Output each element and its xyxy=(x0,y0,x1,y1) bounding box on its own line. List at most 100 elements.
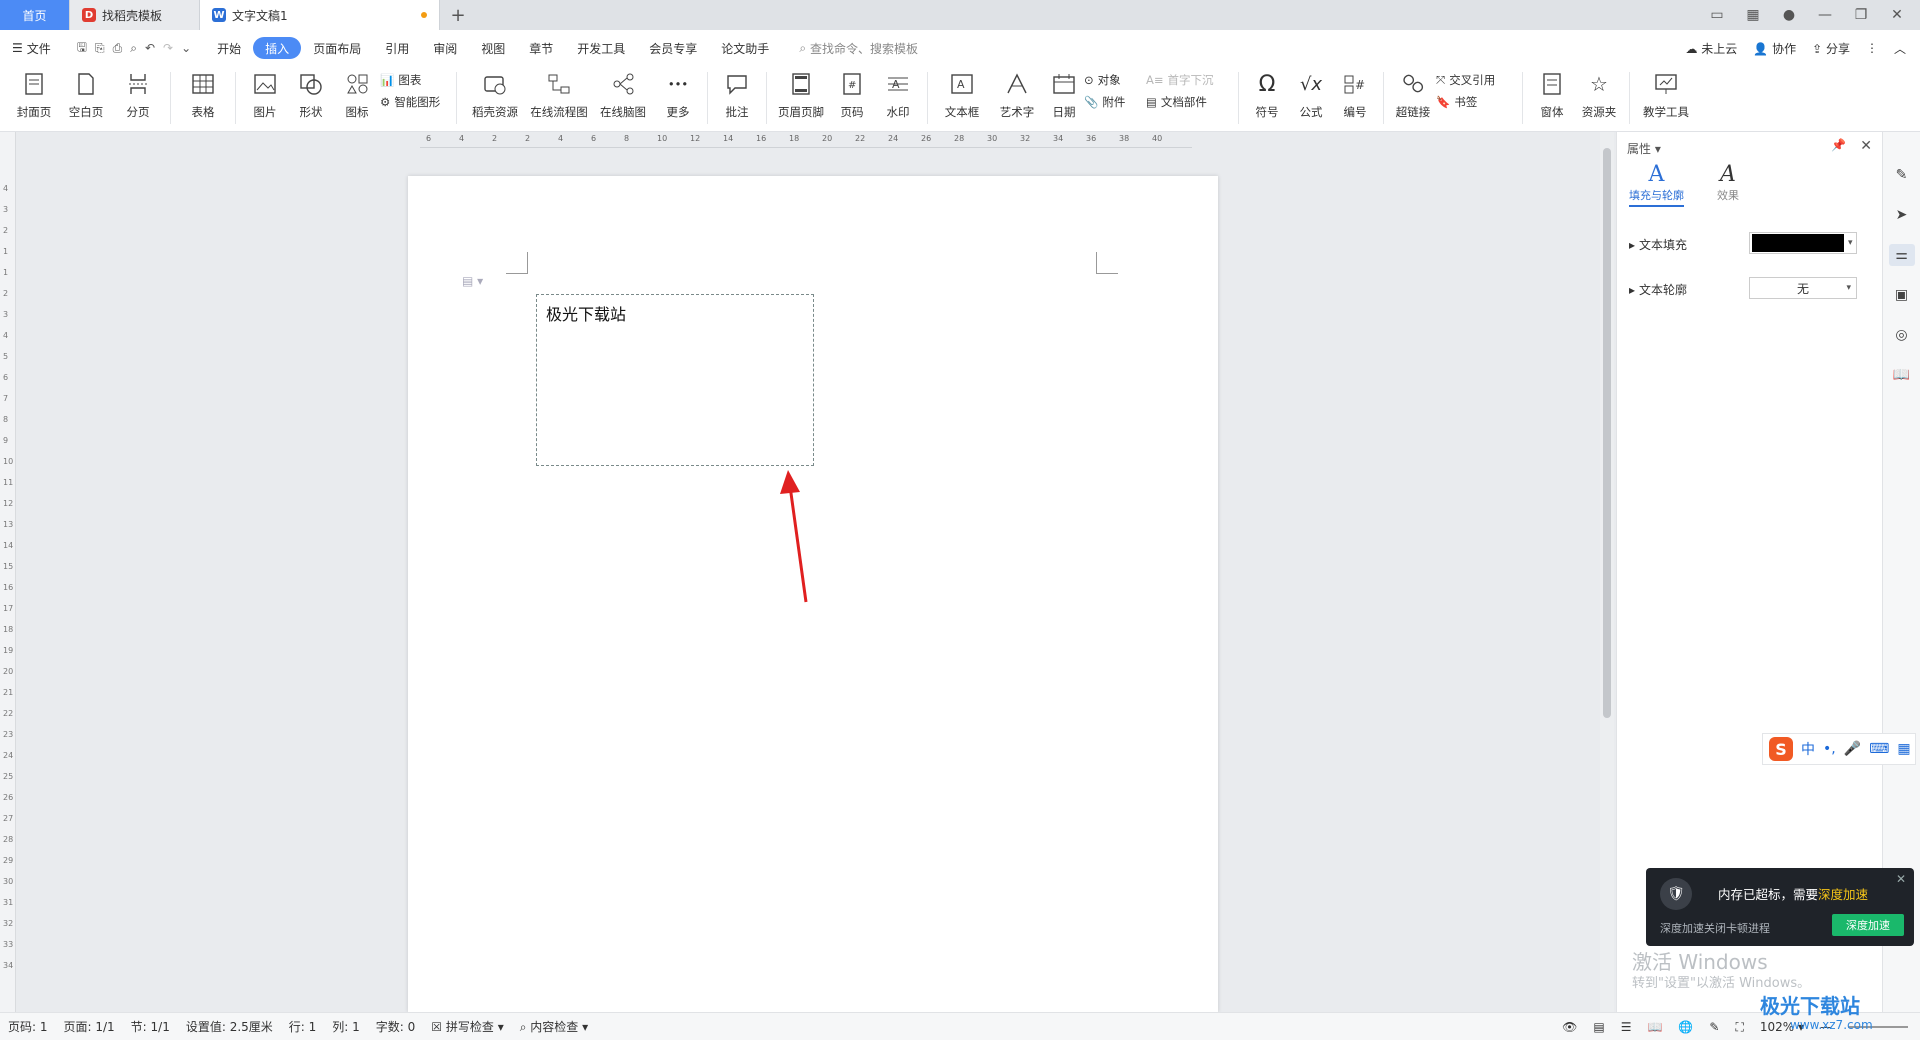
document-page[interactable]: ▤ ▾ 极光下载站 xyxy=(408,176,1218,1012)
print-preview-icon[interactable]: ⌕ xyxy=(130,41,137,56)
apps-grid-icon[interactable]: ▦ xyxy=(1742,7,1764,23)
scrollbar-thumb[interactable] xyxy=(1603,148,1611,718)
collapse-ribbon-icon[interactable]: ︿ xyxy=(1894,40,1906,57)
blank-page-button[interactable]: 空白页 xyxy=(60,66,112,128)
attachment-button[interactable]: 📎 附件 xyxy=(1084,94,1146,110)
menu-view[interactable]: 视图 xyxy=(469,37,517,59)
tab-template[interactable]: D 找稻壳模板 xyxy=(70,0,200,30)
punctuation-icon[interactable]: •, xyxy=(1823,741,1836,757)
symbol-button[interactable]: Ω 符号 xyxy=(1245,66,1289,128)
more-options-icon[interactable]: ⋮ xyxy=(1866,41,1878,55)
menu-page-layout[interactable]: 页面布局 xyxy=(301,37,373,59)
ime-menu-icon[interactable]: ▦ xyxy=(1897,741,1910,757)
page-view-icon[interactable]: ▤ xyxy=(1593,1020,1604,1034)
tab-document[interactable]: W 文字文稿1 xyxy=(200,0,440,30)
tab-fill-outline[interactable]: A 填充与轮廓 xyxy=(1629,162,1684,207)
restore-button[interactable]: ❐ xyxy=(1850,7,1872,23)
date-button[interactable]: 日期 xyxy=(1044,66,1084,128)
pin-icon[interactable]: 📌 xyxy=(1831,138,1846,152)
docer-resource-button[interactable]: 稻壳资源 xyxy=(463,66,527,128)
hyperlink-button[interactable]: 超链接 xyxy=(1390,66,1436,128)
textbox-button[interactable]: A 文本框 xyxy=(934,66,990,128)
close-icon[interactable]: ✕ xyxy=(1896,872,1906,886)
minimize-button[interactable]: — xyxy=(1814,7,1836,23)
cover-page-button[interactable]: 封面页 xyxy=(8,66,60,128)
chart-button[interactable]: 📊 图表 xyxy=(380,72,450,88)
layout-icon[interactable]: ▭ xyxy=(1706,7,1728,23)
new-tab-button[interactable]: + xyxy=(440,0,476,30)
avatar[interactable]: ● xyxy=(1778,7,1800,23)
table-button[interactable]: 表格 xyxy=(177,66,229,128)
status-page-code[interactable]: 页码: 1 xyxy=(0,1018,56,1035)
icon-button[interactable]: 图标 xyxy=(334,66,380,128)
cross-reference-button[interactable]: ⤧ 交叉引用 xyxy=(1436,72,1516,88)
text-outline-select[interactable]: 无 ▾ xyxy=(1749,277,1857,299)
numbering-button[interactable]: # 编号 xyxy=(1333,66,1377,128)
save-icon[interactable]: 🖫 xyxy=(77,38,87,59)
image-tool-icon[interactable]: ▣ xyxy=(1889,284,1915,306)
keyboard-icon[interactable]: ⌨ xyxy=(1869,741,1889,757)
flowchart-button[interactable]: 在线流程图 xyxy=(527,66,591,128)
text-outline-row[interactable]: ▸ 文本轮廓 xyxy=(1629,281,1687,298)
comment-button[interactable]: 批注 xyxy=(714,66,760,128)
page-layout-icon[interactable]: ▤ ▾ xyxy=(462,274,483,288)
menu-start[interactable]: 开始 xyxy=(205,37,253,59)
wordart-button[interactable]: 艺术字 xyxy=(990,66,1044,128)
export-pdf-icon[interactable]: ⎘ xyxy=(95,41,105,56)
object-button[interactable]: ⊙ 对象 xyxy=(1084,72,1146,88)
menu-paper-assistant[interactable]: 论文助手 xyxy=(709,37,781,59)
form-window-button[interactable]: 窗体 xyxy=(1529,66,1575,128)
write-mode-icon[interactable]: ✎ xyxy=(1709,1020,1719,1034)
menu-review[interactable]: 审阅 xyxy=(421,37,469,59)
text-box[interactable]: 极光下载站 xyxy=(536,294,814,466)
status-pages[interactable]: 页面: 1/1 xyxy=(56,1018,123,1035)
redo-icon[interactable]: ↷ xyxy=(163,41,173,55)
eye-protection-icon[interactable]: 👁 xyxy=(1562,1020,1577,1034)
ime-mode[interactable]: 中 xyxy=(1801,739,1815,759)
tab-effects[interactable]: A 效果 xyxy=(1717,162,1739,203)
header-footer-button[interactable]: 页眉页脚 xyxy=(773,66,829,128)
menu-section[interactable]: 章节 xyxy=(517,37,565,59)
bookmark-button[interactable]: 🔖 书签 xyxy=(1436,94,1516,110)
smart-art-button[interactable]: ⚙ 智能图形 xyxy=(380,94,450,110)
cloud-button[interactable]: ☁ 未上云 xyxy=(1685,40,1737,57)
book-icon[interactable]: 📖 xyxy=(1889,364,1915,386)
close-window-button[interactable]: ✕ xyxy=(1886,7,1908,23)
status-col[interactable]: 列: 1 xyxy=(324,1018,368,1035)
location-icon[interactable]: ◎ xyxy=(1889,324,1915,346)
teaching-tools-button[interactable]: 教学工具 xyxy=(1636,66,1696,128)
text-fill-color-picker[interactable]: ▾ xyxy=(1749,232,1857,254)
pen-icon[interactable]: ✎ xyxy=(1889,164,1915,186)
pointer-icon[interactable]: ➤ xyxy=(1889,204,1915,226)
properties-icon[interactable]: ⚌ xyxy=(1888,244,1915,266)
sogou-icon[interactable]: S xyxy=(1769,737,1793,761)
status-section[interactable]: 节: 1/1 xyxy=(123,1018,178,1035)
page-number-button[interactable]: # 页码 xyxy=(829,66,875,128)
menu-member[interactable]: 会员专享 xyxy=(637,37,709,59)
command-search[interactable]: ⌕ 查找命令、搜索模板 xyxy=(799,40,918,57)
menu-developer[interactable]: 开发工具 xyxy=(565,37,637,59)
close-icon[interactable]: ✕ xyxy=(1860,138,1872,154)
chevron-down-icon[interactable]: ⌄ xyxy=(181,41,191,55)
reading-view-icon[interactable]: 📖 xyxy=(1647,1020,1662,1034)
more-button[interactable]: ••• 更多 xyxy=(655,66,701,128)
status-setting[interactable]: 设置值: 2.5厘米 xyxy=(178,1018,281,1035)
file-menu[interactable]: ☰ 文件 xyxy=(0,37,63,59)
mindmap-button[interactable]: 在线脑图 xyxy=(591,66,655,128)
formula-button[interactable]: √x 公式 xyxy=(1289,66,1333,128)
menu-insert[interactable]: 插入 xyxy=(253,37,302,59)
picture-button[interactable]: 图片 xyxy=(242,66,288,128)
tab-home[interactable]: 首页 xyxy=(0,0,70,30)
print-icon[interactable]: ⎙ xyxy=(113,41,123,56)
spell-check-button[interactable]: ☒ 拼写检查 ▾ xyxy=(423,1018,511,1035)
web-view-icon[interactable]: 🌐 xyxy=(1678,1020,1693,1034)
menu-references[interactable]: 引用 xyxy=(373,37,421,59)
status-row[interactable]: 行: 1 xyxy=(281,1018,325,1035)
page-break-button[interactable]: 分页 xyxy=(112,66,164,128)
resource-folder-button[interactable]: ☆ 资源夹 xyxy=(1575,66,1623,128)
status-words[interactable]: 字数: 0 xyxy=(368,1018,424,1035)
fit-page-icon[interactable]: ⛶ xyxy=(1735,1020,1743,1035)
microphone-icon[interactable]: 🎤 xyxy=(1844,741,1861,757)
share-button[interactable]: ⇪ 分享 xyxy=(1812,40,1850,57)
undo-icon[interactable]: ↶ xyxy=(145,41,155,55)
